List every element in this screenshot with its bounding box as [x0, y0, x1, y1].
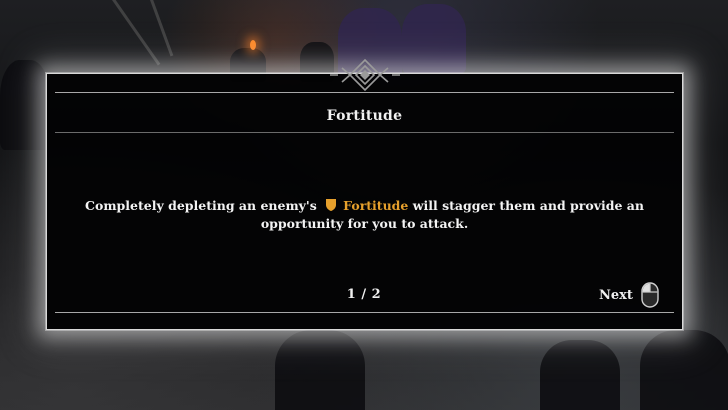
dialog-title: Fortitude	[326, 108, 403, 124]
background-soldier	[540, 340, 620, 410]
mouse-left-click-icon	[641, 282, 659, 308]
footer-rule	[55, 312, 674, 313]
background-soldier	[275, 330, 365, 410]
tutorial-dialog: Fortitude Completely depleting an enemy'…	[46, 58, 683, 330]
ornament-emblem-icon	[330, 58, 400, 92]
torch-flame	[250, 40, 256, 50]
fortitude-keyword: Fortitude	[343, 198, 409, 213]
body-text-before: Completely depleting an enemy's	[85, 198, 317, 213]
fortitude-shield-icon	[326, 199, 337, 211]
body-text-after: will stagger them and provide an opportu…	[260, 198, 644, 231]
background-soldier	[640, 330, 728, 410]
next-button-label: Next	[599, 287, 633, 303]
header-rule-bottom	[55, 132, 674, 133]
next-button[interactable]: Next	[599, 280, 659, 310]
background-soldier	[402, 4, 466, 74]
page-indicator: 1 / 2	[346, 287, 382, 302]
background-spear	[150, 0, 174, 57]
dialog-body: Completely depleting an enemy's Fortitud…	[63, 197, 666, 233]
background-soldier	[0, 60, 50, 150]
